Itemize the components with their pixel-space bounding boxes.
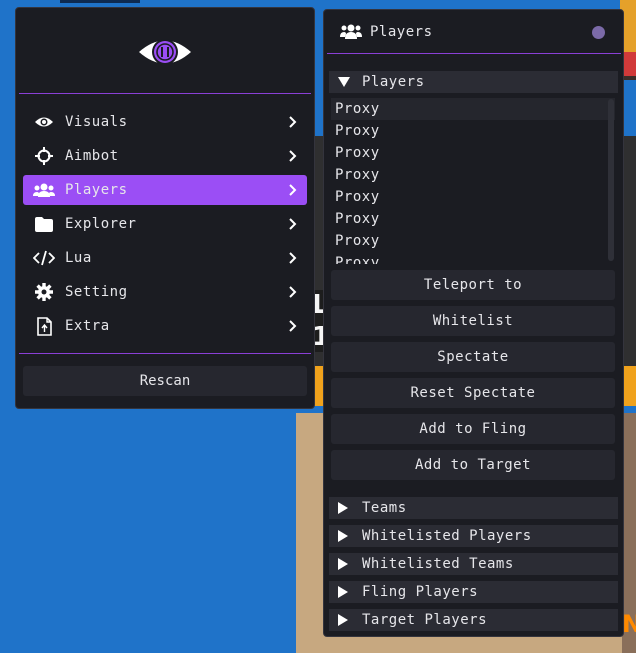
logo-eye-icon (139, 39, 191, 65)
list-item[interactable]: Proxy (331, 186, 615, 208)
players-panel: Players Players Proxy Proxy Proxy Proxy … (323, 9, 624, 637)
chevron-right-icon (279, 184, 307, 196)
menu-item-visuals[interactable]: Visuals (23, 107, 307, 137)
spectate-button[interactable]: Spectate (331, 342, 615, 372)
list-item[interactable]: Proxy (331, 208, 615, 230)
triangle-right-icon (338, 530, 362, 542)
panel-divider (327, 53, 621, 54)
menu-item-explorer[interactable]: Explorer (23, 209, 307, 239)
section-whitelisted-teams[interactable]: Whitelisted Teams (329, 553, 618, 575)
section-teams-label: Teams (362, 500, 407, 516)
section-whitelisted-teams-label: Whitelisted Teams (362, 556, 514, 572)
list-item[interactable]: Proxy (331, 252, 615, 264)
section-fling-players[interactable]: Fling Players (329, 581, 618, 603)
chevron-right-icon (279, 150, 307, 162)
chevron-right-icon (279, 116, 307, 128)
chevron-right-icon (279, 218, 307, 230)
teleport-to-button[interactable]: Teleport to (331, 270, 615, 300)
chevron-right-icon (279, 252, 307, 264)
menu-item-players[interactable]: Players (23, 175, 307, 205)
section-players[interactable]: Players (329, 71, 618, 93)
file-icon (23, 316, 65, 336)
menu-divider-top (19, 93, 311, 94)
crosshair-icon (23, 147, 65, 165)
add-to-target-button[interactable]: Add to Target (331, 450, 615, 480)
triangle-right-icon (338, 502, 362, 514)
list-item[interactable]: Proxy (331, 120, 615, 142)
menu-label-extra: Extra (65, 318, 110, 334)
menu-label-aimbot: Aimbot (65, 148, 119, 164)
menu-label-players: Players (65, 182, 128, 198)
chevron-right-icon (279, 320, 307, 332)
code-icon (23, 250, 65, 266)
players-panel-header: Players (324, 10, 623, 54)
section-target-players[interactable]: Target Players (329, 609, 618, 631)
section-target-players-label: Target Players (362, 612, 488, 628)
scene-letter-n: N (622, 610, 636, 638)
section-players-label: Players (362, 74, 425, 90)
triangle-down-icon (338, 77, 362, 87)
menu-item-extra[interactable]: Extra (23, 311, 307, 341)
section-whitelisted-players[interactable]: Whitelisted Players (329, 525, 618, 547)
main-menu-panel: Visuals Aimbot Players Explorer Lua Sett… (15, 7, 315, 409)
whitelist-button[interactable]: Whitelist (331, 306, 615, 336)
menu-item-setting[interactable]: Setting (23, 277, 307, 307)
users-icon (23, 182, 65, 198)
menu-item-aimbot[interactable]: Aimbot (23, 141, 307, 171)
chevron-right-icon (279, 286, 307, 298)
triangle-right-icon (338, 586, 362, 598)
users-icon (340, 23, 362, 41)
menu-divider-bottom (19, 353, 311, 354)
scene-red-strip (622, 52, 636, 76)
menu-label-visuals: Visuals (65, 114, 128, 130)
menu-label-setting: Setting (65, 284, 128, 300)
player-list[interactable]: Proxy Proxy Proxy Proxy Proxy Proxy Prox… (331, 98, 615, 264)
section-teams[interactable]: Teams (329, 497, 618, 519)
triangle-right-icon (338, 614, 362, 626)
add-to-fling-button[interactable]: Add to Fling (331, 414, 615, 444)
top-bar-fragment (60, 0, 140, 3)
gear-icon (23, 283, 65, 301)
menu-item-lua[interactable]: Lua (23, 243, 307, 273)
section-fling-players-label: Fling Players (362, 584, 479, 600)
section-whitelisted-players-label: Whitelisted Players (362, 528, 532, 544)
list-item[interactable]: Proxy (331, 164, 615, 186)
reset-spectate-button[interactable]: Reset Spectate (331, 378, 615, 408)
players-panel-title: Players (370, 24, 433, 40)
eye-icon (23, 115, 65, 129)
rescan-button[interactable]: Rescan (23, 366, 307, 396)
list-item[interactable]: Proxy (331, 142, 615, 164)
menu-label-explorer: Explorer (65, 216, 137, 232)
list-item[interactable]: Proxy (331, 98, 615, 120)
status-indicator[interactable] (592, 26, 605, 39)
player-list-scrollbar[interactable] (608, 99, 614, 261)
triangle-right-icon (338, 558, 362, 570)
list-item[interactable]: Proxy (331, 230, 615, 252)
menu-label-lua: Lua (65, 250, 92, 266)
folder-icon (23, 216, 65, 232)
